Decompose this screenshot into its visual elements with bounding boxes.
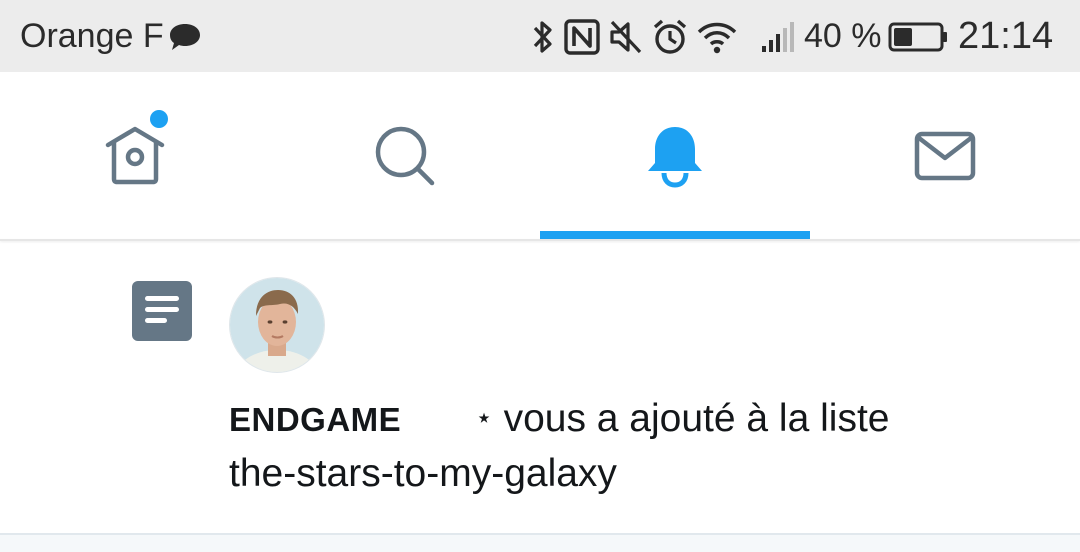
chat-bubble-icon [170, 24, 200, 50]
tab-bar [0, 72, 1080, 240]
search-icon [375, 126, 435, 186]
tab-search[interactable] [270, 72, 540, 240]
status-bar: Orange F 40 % 21:14 [0, 0, 1080, 72]
signal-icon [762, 22, 794, 52]
notification-user[interactable]: ENDGAME [229, 401, 401, 438]
battery-icon [888, 22, 947, 52]
nfc-icon [564, 19, 600, 55]
tab-notifications[interactable] [540, 72, 810, 240]
envelope-icon [914, 131, 976, 181]
notification-action: vous a ajouté à la liste [503, 397, 890, 440]
clock: 21:14 [958, 15, 1054, 57]
active-tab-indicator [540, 231, 810, 239]
avatar[interactable] [229, 277, 325, 373]
bluetooth-icon [533, 21, 552, 53]
avatar-image [230, 278, 324, 372]
wifi-icon [697, 22, 737, 54]
home-icon [105, 126, 165, 185]
list-name[interactable]: the-stars-to-my-galaxy [229, 452, 617, 495]
home-notification-dot [150, 110, 168, 128]
list-icon [132, 281, 192, 341]
battery-percent: 40 % [804, 17, 882, 55]
alarm-icon [653, 19, 687, 54]
bell-icon [648, 127, 702, 188]
tab-home[interactable] [0, 72, 270, 240]
carrier-name: Orange F [20, 17, 164, 55]
tab-messages[interactable] [810, 72, 1080, 240]
mute-icon [610, 20, 642, 54]
star-symbol: ⋆ [475, 402, 493, 433]
next-item-strip [0, 535, 1080, 552]
notification-item[interactable]: ENDGAME ⋆ vous a ajouté à la liste the-st… [0, 241, 1080, 535]
notification-text: ENDGAME ⋆ vous a ajouté à la liste the-st… [229, 391, 1029, 501]
